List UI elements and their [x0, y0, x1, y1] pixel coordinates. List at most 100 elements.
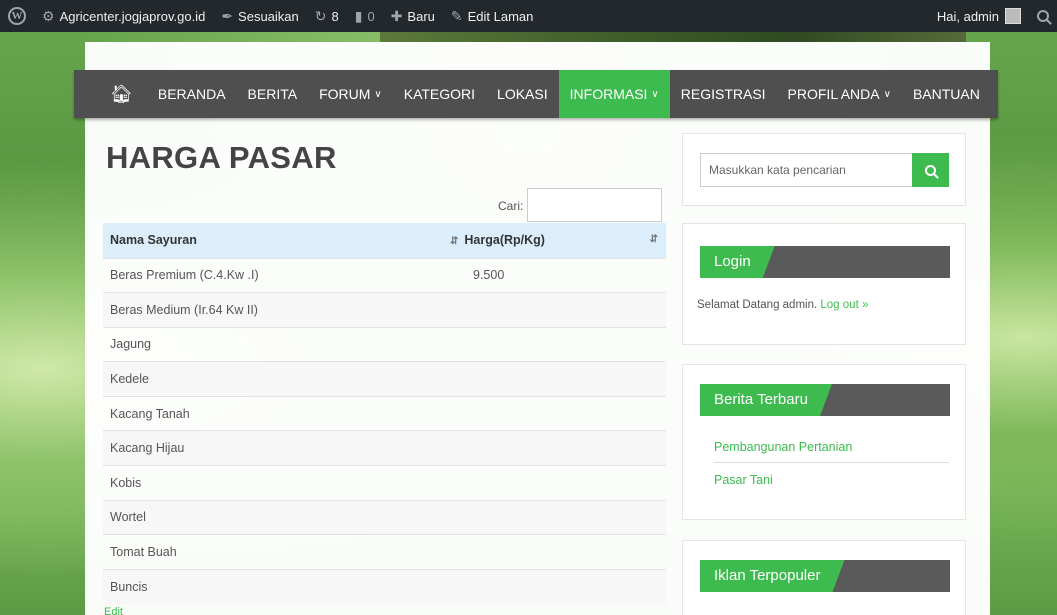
cell-name: Buncis [103, 568, 443, 604]
column-header-name[interactable]: Nama Sayuran [103, 223, 443, 258]
admin-bar: W ⚙ Agricenter.jogjaprov.go.id ✒ Sesuaik… [0, 0, 1057, 32]
table-search-label: Cari: [498, 199, 524, 213]
table-row: Wortel [103, 499, 666, 535]
column-header-price[interactable]: ⇵ Harga(Rp/Kg) ⇵ [443, 223, 666, 258]
cell-price [443, 430, 666, 466]
edit-page-label: Edit Laman [467, 8, 534, 24]
news-item[interactable]: Pembangunan Pertanian [714, 438, 949, 463]
cell-price [443, 326, 666, 362]
edit-page-link[interactable]: ✎ Edit Laman [443, 0, 542, 32]
cell-price [443, 465, 666, 501]
adminbar-search[interactable] [1029, 0, 1057, 32]
pencil-icon: ✎ [450, 7, 463, 24]
nav-profil[interactable]: PROFIL ANDA ∨ [777, 70, 902, 118]
ads-title-bar: Iklan Terpopuler [700, 560, 950, 592]
comments-count: 0 [367, 8, 375, 24]
greeting: Hai, admin [936, 8, 999, 24]
ads-title: Iklan Terpopuler [700, 560, 844, 592]
table-row: Kedele [103, 361, 666, 397]
comment-icon: ▮ [354, 7, 363, 24]
search-widget: Masukkan kata pencarian [682, 133, 966, 206]
cell-name: Tomat Buah [103, 534, 443, 570]
table-row: Beras Medium (Ir.64 Kw II) [103, 292, 666, 328]
welcome-text: Selamat Datang admin. [697, 299, 818, 311]
header-banner [380, 32, 966, 42]
main-nav: 🏠︎ BERANDA BERITA FORUM ∨ KATEGORI LOKASI… [74, 70, 998, 118]
chevron-down-icon: ∨ [651, 88, 659, 100]
column-name-label: Nama Sayuran [110, 233, 197, 248]
ads-widget: Iklan Terpopuler [682, 540, 966, 615]
table-row: Buncis [103, 568, 666, 604]
cell-name: Beras Premium (C.4.Kw .I) [103, 257, 443, 293]
table-row: Kacang Hijau [103, 430, 666, 466]
page-title: HARGA PASAR [106, 140, 337, 175]
nav-informasi[interactable]: INFORMASI ∨ [558, 70, 670, 118]
price-table: Nama Sayuran ⇵ Harga(Rp/Kg) ⇵ Beras Premi… [103, 223, 666, 604]
new-label: Baru [407, 8, 435, 24]
cell-name: Kedele [103, 361, 443, 397]
logout-link[interactable]: Log out » [820, 299, 868, 311]
login-message: Selamat Datang admin. Log out » [697, 299, 868, 311]
home-icon[interactable]: 🏠︎ [74, 70, 147, 118]
site-name: Agricenter.jogjaprov.go.id [59, 8, 206, 24]
cell-price: 9.500 [443, 257, 666, 293]
table-row: Kobis [103, 465, 666, 501]
search-icon [925, 164, 936, 176]
cell-name: Beras Medium (Ir.64 Kw II) [103, 292, 443, 328]
cell-price [443, 534, 666, 570]
cell-name: Wortel [103, 499, 443, 535]
news-item[interactable]: Pasar Tani [714, 471, 949, 495]
dashboard-icon: ⚙ [42, 7, 55, 24]
brush-icon: ✒ [221, 7, 234, 24]
table-row: Kacang Tanah [103, 395, 666, 431]
site-name-link[interactable]: ⚙ Agricenter.jogjaprov.go.id [34, 0, 213, 32]
nav-beranda[interactable]: BERANDA [147, 70, 237, 118]
cell-name: Kacang Tanah [103, 395, 443, 431]
avatar [1005, 8, 1021, 24]
news-title-bar: Berita Terbaru [700, 384, 950, 416]
new-content-link[interactable]: ✚ Baru [383, 0, 443, 32]
cell-price [443, 292, 666, 328]
nav-kategori[interactable]: KATEGORI [393, 70, 486, 118]
nav-profil-label: PROFIL ANDA [787, 86, 880, 102]
edit-link[interactable]: Edit [104, 606, 123, 615]
search-button[interactable] [912, 153, 949, 187]
cell-name: Kacang Hijau [103, 430, 443, 466]
table-row: Jagung [103, 326, 666, 362]
news-list: Pembangunan Pertanian Pasar Tani [714, 438, 949, 503]
nav-registrasi[interactable]: REGISTRASI [670, 70, 777, 118]
nav-forum[interactable]: FORUM ∨ [308, 70, 393, 118]
cell-price [443, 395, 666, 431]
cell-name: Jagung [103, 326, 443, 362]
search-icon [1037, 10, 1049, 22]
plus-icon: ✚ [390, 7, 403, 24]
column-price-label: Harga(Rp/Kg) [464, 233, 545, 248]
login-title: Login [700, 246, 775, 278]
news-title: Berita Terbaru [700, 384, 832, 416]
nav-berita[interactable]: BERITA [237, 70, 309, 118]
chevron-down-icon: ∨ [883, 88, 891, 100]
login-title-bar: Login [700, 246, 950, 278]
nav-bantuan[interactable]: BANTUAN [902, 70, 991, 118]
wordpress-logo-icon: W [8, 7, 26, 25]
nav-forum-label: FORUM [319, 86, 371, 102]
sort-icon: ⇵ [649, 234, 658, 245]
login-widget: Login Selamat Datang admin. Log out » [682, 223, 966, 345]
updates-icon: ↻ [314, 7, 327, 24]
nav-lokasi[interactable]: LOKASI [486, 70, 559, 118]
comments-link[interactable]: ▮ 0 [347, 0, 383, 32]
table-row: Beras Premium (C.4.Kw .I) 9.500 [103, 257, 666, 293]
news-widget: Berita Terbaru Pembangunan Pertanian Pas… [682, 364, 966, 520]
table-search-input[interactable] [527, 188, 662, 222]
cell-price [443, 568, 666, 604]
updates-count: 8 [331, 8, 339, 24]
sort-icon: ⇵ [450, 236, 459, 248]
table-row: Tomat Buah [103, 534, 666, 570]
account-menu[interactable]: Hai, admin [929, 0, 1029, 32]
customize-link[interactable]: ✒ Sesuaikan [213, 0, 306, 32]
nav-informasi-label: INFORMASI [569, 86, 648, 102]
sidebar-search-input[interactable]: Masukkan kata pencarian [700, 153, 930, 187]
updates-link[interactable]: ↻ 8 [307, 0, 347, 32]
customize-label: Sesuaikan [238, 8, 299, 24]
wordpress-menu[interactable]: W [0, 0, 34, 32]
